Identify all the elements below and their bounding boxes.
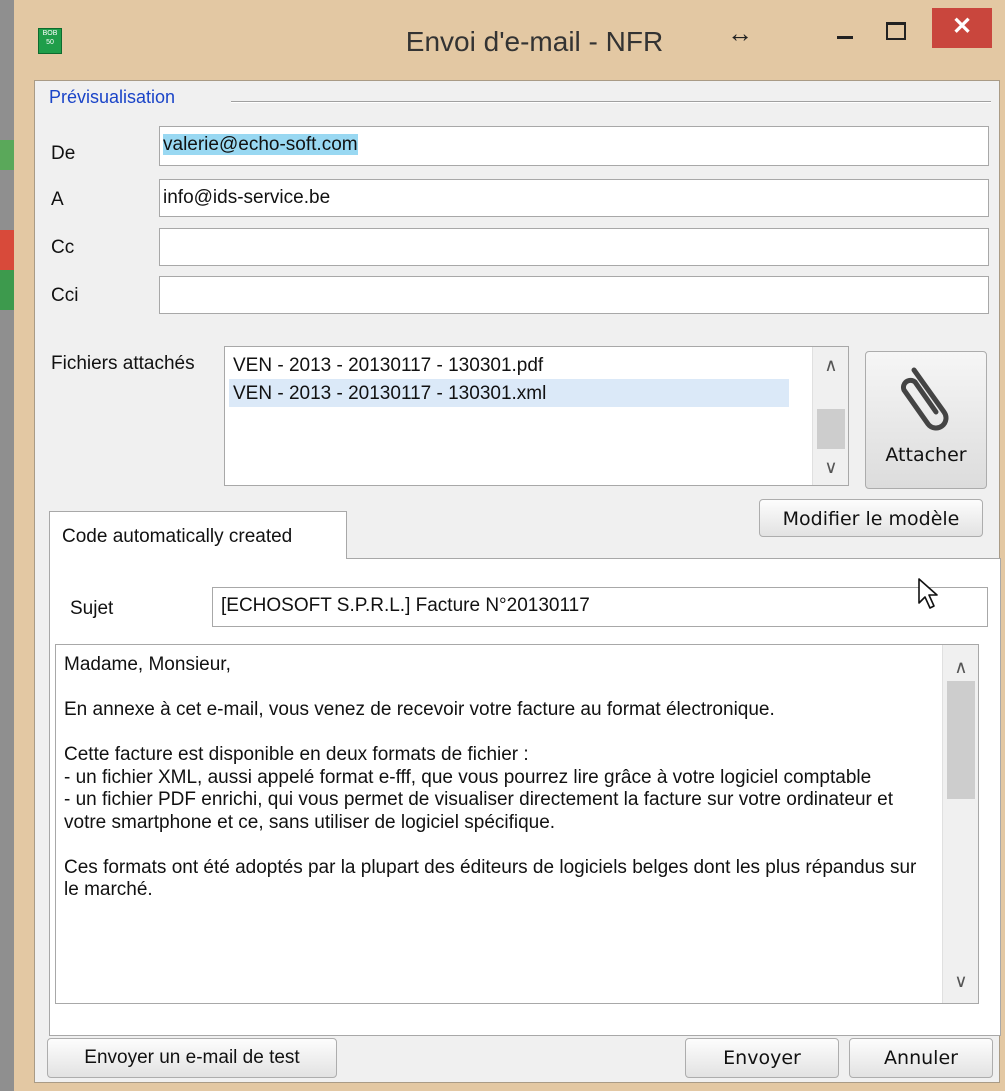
from-field[interactable]: valerie@echo-soft.com: [159, 126, 989, 166]
scroll-down-icon[interactable]: ∨: [813, 457, 849, 478]
body-paragraph: En annexe à cet e-mail, vous venez de re…: [64, 699, 775, 720]
scrollbar-thumb[interactable]: [947, 681, 975, 799]
paperclip-icon: [901, 367, 949, 431]
scrollbar-thumb[interactable]: [817, 409, 845, 449]
to-label: A: [51, 189, 64, 210]
body-paragraph: Ces formats ont été adoptés par la plupa…: [64, 856, 917, 901]
attachments-label: Fichiers attachés: [51, 353, 195, 374]
attachments-scrollbar[interactable]: ∧ ∨: [812, 347, 848, 485]
scroll-down-icon[interactable]: ∨: [943, 971, 979, 992]
message-body-scrollbar[interactable]: ∧ ∨: [942, 645, 978, 1003]
to-field[interactable]: info@ids-service.be: [159, 179, 989, 217]
message-body[interactable]: Madame, Monsieur, En annexe à cet e-mail…: [55, 644, 979, 1004]
desktop-tile: [0, 270, 14, 310]
message-body-text: Madame, Monsieur, En annexe à cet e-mail…: [64, 654, 934, 924]
section-divider: [231, 101, 991, 103]
resize-arrows-icon: ↔: [727, 18, 753, 48]
title-bar[interactable]: BOB 50 Envoi d'e-mail - NFR ↔ ✕: [14, 0, 1005, 80]
cc-field[interactable]: [159, 228, 989, 266]
bcc-label: Cci: [51, 285, 79, 306]
preview-section-title: Prévisualisation: [49, 87, 176, 107]
cc-label: Cc: [51, 237, 75, 258]
body-paragraph: Cette facture est disponible en deux for…: [64, 744, 893, 833]
attach-button[interactable]: Attacher: [865, 351, 987, 489]
minimize-icon: [837, 36, 853, 39]
mouse-cursor-icon: [918, 578, 938, 609]
subject-field[interactable]: [ECHOSOFT S.P.R.L.] Facture N°20130117: [212, 587, 988, 627]
list-item[interactable]: VEN - 2013 - 20130117 - 130301.pdf: [229, 351, 789, 379]
dialog-client-area: Prévisualisation De valerie@echo-soft.co…: [34, 80, 1001, 1083]
subject-label: Sujet: [70, 598, 114, 619]
minimize-button[interactable]: [822, 14, 868, 50]
send-button[interactable]: Envoyer: [685, 1038, 839, 1078]
scroll-up-icon[interactable]: ∧: [943, 657, 979, 678]
desktop-tile: [0, 230, 14, 270]
close-button[interactable]: ✕: [932, 8, 992, 48]
from-value: valerie@echo-soft.com: [163, 134, 358, 155]
from-label: De: [51, 143, 76, 164]
tab-code-automatically-created[interactable]: Code automatically created: [49, 511, 347, 559]
bcc-field[interactable]: [159, 276, 989, 314]
attachments-list[interactable]: VEN - 2013 - 20130117 - 130301.pdf VEN -…: [224, 346, 849, 486]
modify-template-button[interactable]: Modifier le modèle: [759, 499, 983, 537]
send-test-email-button[interactable]: Envoyer un e-mail de test: [47, 1038, 337, 1078]
email-dialog: BOB 50 Envoi d'e-mail - NFR ↔ ✕ Prévisua…: [14, 0, 1005, 1091]
desktop-tile: [0, 140, 14, 170]
scroll-up-icon[interactable]: ∧: [813, 355, 849, 376]
cancel-button[interactable]: Annuler: [849, 1038, 993, 1078]
maximize-button[interactable]: [872, 14, 918, 50]
list-item[interactable]: VEN - 2013 - 20130117 - 130301.xml: [229, 379, 789, 407]
maximize-icon: [886, 22, 906, 40]
attach-button-label: Attacher: [885, 444, 967, 466]
body-paragraph: Madame, Monsieur,: [64, 654, 231, 675]
